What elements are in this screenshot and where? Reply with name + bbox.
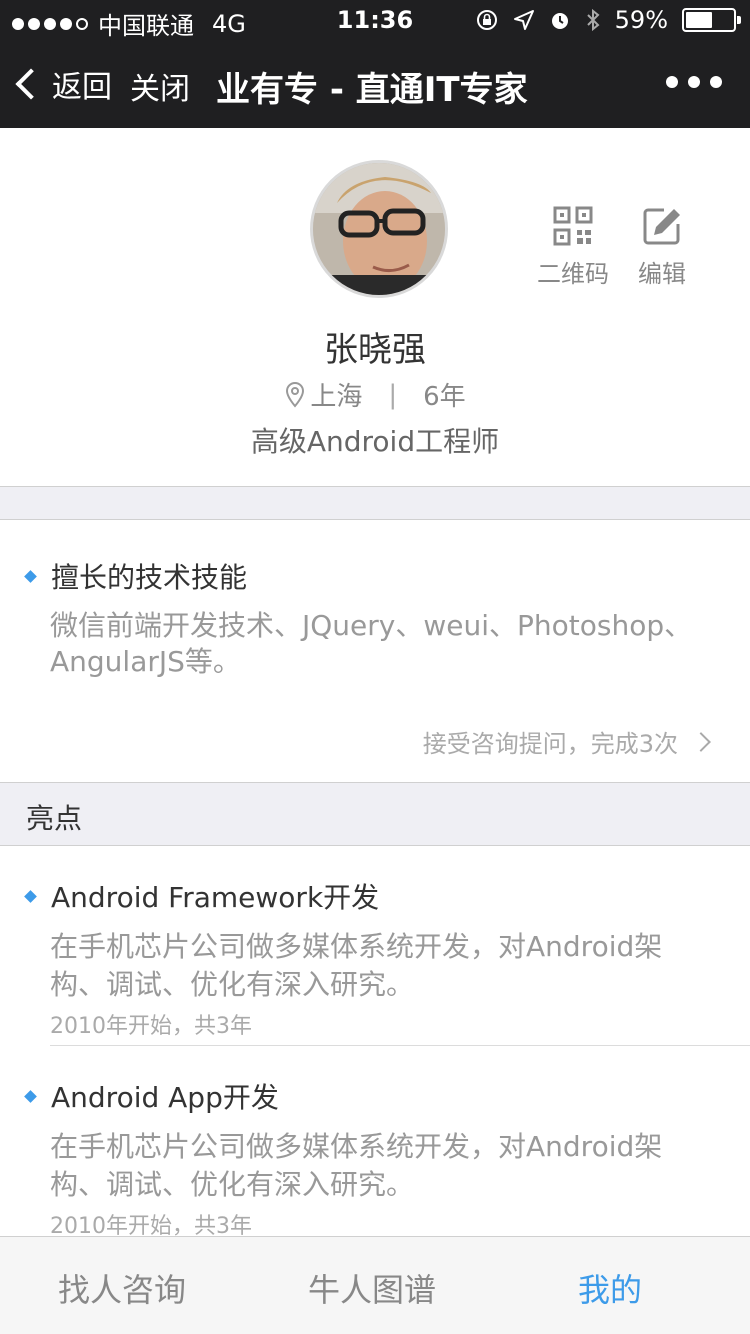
- bullet-diamond-icon: [24, 889, 37, 903]
- location-pin-icon: [286, 381, 305, 408]
- back-button[interactable]: 返回: [15, 62, 112, 106]
- location-arrow-icon: [513, 10, 534, 30]
- highlight-description: 在手机芯片公司做多媒体系统开发，对Android架构、调试、优化有深入研究。: [50, 1130, 663, 1201]
- skills-heading-label: 擅长的技术技能: [51, 561, 248, 594]
- highlights-list: Android Framework开发 在手机芯片公司做多媒体系统开发，对And…: [0, 846, 750, 1246]
- nav-bar: 返回 关闭 业有专 - 直通IT专家: [0, 40, 750, 128]
- qr-code-button[interactable]: 二维码: [536, 206, 610, 289]
- skills-heading: 擅长的技术技能: [24, 556, 248, 596]
- highlight-title-label: Android App开发: [51, 1081, 279, 1114]
- user-location: 上海: [310, 382, 363, 412]
- close-button[interactable]: 关闭: [130, 64, 190, 108]
- page-title: 业有专 - 直通IT专家: [216, 70, 528, 110]
- tab-find-consult[interactable]: 找人咨询: [58, 1265, 186, 1311]
- user-experience: 6年: [423, 382, 466, 412]
- orientation-lock-icon: [476, 10, 497, 30]
- bullet-diamond-icon: [24, 569, 37, 583]
- battery-percent: 59%: [614, 6, 668, 34]
- user-meta: 上海 | 6年: [0, 376, 750, 413]
- edit-button[interactable]: 编辑: [636, 206, 688, 289]
- edit-icon: [643, 208, 680, 245]
- back-label: 返回: [52, 70, 112, 105]
- skills-section: 擅长的技术技能 微信前端开发技术、JQuery、weui、Photoshop、A…: [0, 520, 750, 782]
- qr-code-icon: [553, 206, 593, 246]
- skills-description: 微信前端开发技术、JQuery、weui、Photoshop、AngularJS…: [50, 609, 693, 678]
- highlights-header: 亮点: [0, 782, 750, 846]
- highlight-title: Android Framework开发: [24, 876, 380, 916]
- tab-expert-map[interactable]: 牛人图谱: [308, 1265, 436, 1311]
- user-name: 张晓强: [324, 330, 426, 370]
- avatar[interactable]: [310, 160, 448, 298]
- consult-text: 接受咨询提问，完成3次: [422, 730, 678, 758]
- chevron-left-icon: [15, 68, 47, 100]
- status-bar: 中国联通 4G 11:36 59%: [0, 0, 750, 40]
- status-right: 59%: [475, 6, 741, 34]
- battery-icon: [682, 8, 741, 32]
- list-item[interactable]: Android Framework开发 在手机芯片公司做多媒体系统开发，对And…: [0, 846, 750, 1046]
- bullet-diamond-icon: [24, 1089, 37, 1103]
- more-dots-icon: [666, 76, 678, 88]
- edit-label: 编辑: [638, 260, 686, 288]
- chevron-right-icon: [691, 731, 711, 752]
- profile-card: 二维码 编辑 张晓强 上海 | 6年 高级Android工程师: [0, 128, 750, 486]
- qr-code-label: 二维码: [537, 260, 609, 288]
- highlight-title: Android App开发: [24, 1076, 279, 1116]
- tab-bar: 找人咨询 牛人图谱 我的: [0, 1236, 750, 1334]
- more-menu-button[interactable]: [666, 76, 722, 88]
- tab-mine[interactable]: 我的: [578, 1265, 642, 1311]
- list-item[interactable]: Android App开发 在手机芯片公司做多媒体系统开发，对Android架构…: [0, 1046, 750, 1246]
- avatar-photo: [313, 163, 445, 295]
- consult-link[interactable]: 接受咨询提问，完成3次: [422, 724, 711, 759]
- highlight-title-label: Android Framework开发: [51, 881, 380, 914]
- meta-separator: |: [388, 379, 398, 410]
- section-gap: [0, 486, 750, 520]
- highlights-header-label: 亮点: [26, 802, 83, 835]
- bluetooth-icon: [586, 8, 600, 32]
- highlight-description: 在手机芯片公司做多媒体系统开发，对Android架构、调试、优化有深入研究。: [50, 930, 663, 1001]
- highlight-period: 2010年开始，共3年: [50, 1014, 252, 1039]
- user-job-title: 高级Android工程师: [250, 425, 500, 458]
- alarm-icon: [551, 13, 568, 29]
